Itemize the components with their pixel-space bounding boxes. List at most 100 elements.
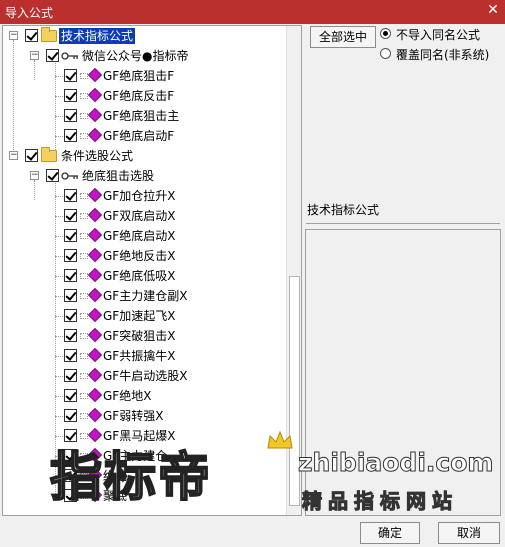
formula-item[interactable]: GF共振擒牛X — [3, 346, 287, 366]
formula-gem-icon — [87, 87, 103, 103]
formula-gem-icon — [87, 407, 103, 423]
formula-item-label: GF绝地X — [103, 389, 152, 403]
radio-unselected-icon[interactable] — [380, 48, 391, 59]
checkbox-icon[interactable] — [64, 69, 77, 82]
formula-item[interactable]: GF黑马起爆X — [3, 426, 287, 446]
checkbox-icon[interactable] — [64, 429, 77, 442]
select-all-button[interactable]: 全部选中 — [310, 26, 376, 48]
formula-item[interactable]: 聚底 — [3, 486, 287, 506]
checkbox-icon[interactable] — [64, 209, 77, 222]
collapse-icon[interactable]: − — [9, 31, 18, 40]
checkbox-icon[interactable] — [46, 49, 59, 62]
checkbox-icon[interactable] — [64, 489, 77, 502]
formula-type-icon — [80, 413, 88, 419]
formula-tree: − 技术指标公式 − 微信公众号●指标帝 GF绝底狙击F GF绝底反击F GF绝… — [3, 26, 287, 515]
collapse-icon[interactable]: − — [30, 51, 39, 60]
folder-icon — [41, 27, 57, 42]
formula-type-icon — [80, 493, 88, 499]
formula-item[interactable]: GF绝底狙击主 — [3, 106, 287, 126]
formula-item[interactable]: GF绝底狙击F — [3, 66, 287, 86]
radio-overwrite-duplicates[interactable]: 覆盖同名(非系统) — [380, 46, 500, 62]
formula-item-label: GF共振擒牛X — [103, 349, 176, 363]
checkbox-icon[interactable] — [64, 329, 77, 342]
formula-item-label: GF主力建仓副X — [103, 289, 188, 303]
formula-item-label: GF黑马起爆X — [103, 429, 176, 443]
tree-scrollbar[interactable] — [286, 26, 301, 515]
formula-item[interactable]: GF加仓拉升X — [3, 186, 287, 206]
checkbox-icon[interactable] — [64, 229, 77, 242]
radio-label: 覆盖同名(非系统) — [396, 48, 490, 62]
formula-type-icon — [80, 73, 88, 79]
checkbox-icon[interactable] — [64, 469, 77, 482]
formula-type-icon — [80, 273, 88, 279]
formula-item-label: GF加速起飞X — [103, 309, 176, 323]
formula-item-label: 聚底 — [103, 489, 128, 503]
checkbox-icon[interactable] — [64, 389, 77, 402]
formula-item-label: GF主力建仓 — [103, 449, 168, 463]
collapse-icon[interactable]: − — [30, 171, 39, 180]
title-bar: 导入公式 ✕ — [0, 0, 505, 24]
tree-node-label: 技术指标公式 — [59, 28, 136, 44]
formula-tree-panel[interactable]: − 技术指标公式 − 微信公众号●指标帝 GF绝底狙击F GF绝底反击F GF绝… — [2, 25, 302, 516]
formula-gem-icon — [87, 207, 103, 223]
formula-gem-icon — [87, 247, 103, 263]
formula-type-icon — [80, 193, 88, 199]
formula-gem-icon — [87, 447, 103, 463]
tree-node-wechat-group[interactable]: − 微信公众号●指标帝 — [3, 46, 287, 66]
checkbox-icon[interactable] — [64, 369, 77, 382]
formula-item[interactable]: GF主力建仓副X — [3, 286, 287, 306]
checkbox-icon[interactable] — [64, 249, 77, 262]
checkbox-icon[interactable] — [25, 149, 38, 162]
close-icon[interactable]: ✕ — [485, 2, 501, 18]
formula-item[interactable]: GF绝底启动F — [3, 126, 287, 146]
checkbox-icon[interactable] — [64, 129, 77, 142]
checkbox-icon[interactable] — [64, 309, 77, 322]
formula-item[interactable]: GF突破狙击X — [3, 326, 287, 346]
radio-selected-icon[interactable] — [380, 28, 391, 39]
checkbox-icon[interactable] — [64, 269, 77, 282]
formula-item[interactable]: 绝地 — [3, 466, 287, 486]
radio-skip-duplicates[interactable]: 不导入同名公式 — [380, 26, 500, 42]
tree-node-technical-formulas[interactable]: − 技术指标公式 — [3, 26, 287, 46]
formula-type-icon — [80, 93, 88, 99]
ok-button[interactable]: 确定 — [360, 522, 420, 544]
formula-item[interactable]: GF牛启动选股X — [3, 366, 287, 386]
formula-item[interactable]: GF绝地X — [3, 386, 287, 406]
formula-type-icon — [80, 373, 88, 379]
formula-type-icon — [80, 353, 88, 359]
formula-item[interactable]: GF绝底低吸X — [3, 266, 287, 286]
formula-type-icon — [80, 113, 88, 119]
collapse-icon[interactable]: − — [9, 151, 18, 160]
tree-node-label: 条件选股公式 — [61, 149, 134, 163]
formula-type-icon — [80, 333, 88, 339]
checkbox-icon[interactable] — [64, 409, 77, 422]
formula-item[interactable]: GF加速起飞X — [3, 306, 287, 326]
formula-gem-icon — [87, 327, 103, 343]
checkbox-icon[interactable] — [64, 89, 77, 102]
tree-node-label: 微信公众号●指标帝 — [82, 49, 189, 63]
cancel-button[interactable]: 取消 — [438, 522, 500, 544]
window-title: 导入公式 — [5, 6, 54, 20]
checkbox-icon[interactable] — [64, 449, 77, 462]
formula-item[interactable]: GF绝底启动X — [3, 226, 287, 246]
formula-item[interactable]: GF绝底反击F — [3, 86, 287, 106]
checkbox-icon[interactable] — [64, 349, 77, 362]
formula-item[interactable]: GF双底启动X — [3, 206, 287, 226]
formula-gem-icon — [87, 427, 103, 443]
checkbox-icon[interactable] — [64, 109, 77, 122]
formula-gem-icon — [87, 387, 103, 403]
formula-item[interactable]: GF弱转强X — [3, 406, 287, 426]
checkbox-icon[interactable] — [25, 29, 38, 42]
scrollbar-thumb[interactable] — [289, 276, 300, 506]
checkbox-icon[interactable] — [64, 189, 77, 202]
formula-item[interactable]: GF绝地反击X — [3, 246, 287, 266]
radio-label: 不导入同名公式 — [396, 28, 481, 42]
divider — [306, 223, 500, 224]
formula-gem-icon — [87, 187, 103, 203]
checkbox-icon[interactable] — [64, 289, 77, 302]
formula-item[interactable]: GF主力建仓 — [3, 446, 287, 466]
tree-node-stock-selection[interactable]: − 条件选股公式 — [3, 146, 287, 166]
tree-node-bottom-snipe-group[interactable]: − 绝底狙击选股 — [3, 166, 287, 186]
formula-item-label: GF弱转强X — [103, 409, 164, 423]
checkbox-icon[interactable] — [46, 169, 59, 182]
